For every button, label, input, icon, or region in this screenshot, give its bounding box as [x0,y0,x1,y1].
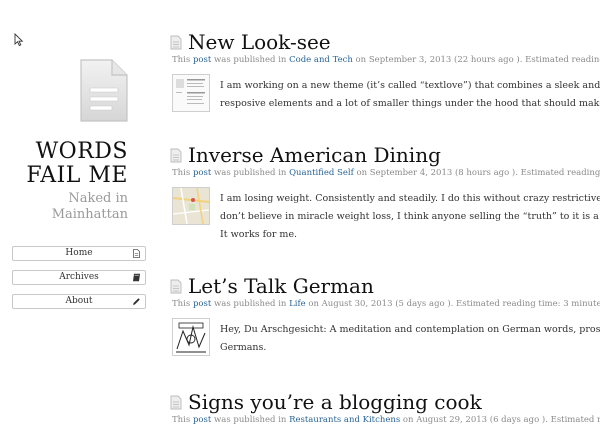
site-tagline: Naked in Mainhattan [20,191,128,223]
sketch-drawing-image [173,319,209,355]
meta-rest: on August 30, 2013 (5 days ago ). Estima… [308,299,600,309]
post-title: Let’s Talk German [170,274,374,298]
meta-rest: on August 29, 2013 (6 days ago ). Estima… [402,415,600,425]
category-link[interactable]: Quantified Self [289,168,354,178]
meta-prefix: This [172,299,193,309]
pencil-icon [133,298,140,305]
post-excerpt: Hey, Du Arschgesicht: A meditation and c… [220,321,600,357]
post-format-icon [170,395,182,410]
meta-mid: was published in [211,168,290,178]
post-excerpt: I am losing weight. Consistently and ste… [220,190,600,244]
meta-prefix: This [172,168,193,178]
post-title-link[interactable]: New Look-see [188,30,331,54]
post-permalink[interactable]: post [193,168,211,178]
excerpt-line: I am losing weight. Consistently and ste… [220,193,600,204]
site-title[interactable]: WORDS FAIL ME [20,140,128,188]
post-permalink[interactable]: post [193,55,211,65]
post-permalink[interactable]: post [193,415,211,425]
tagline-line2: Mainhattan [51,207,128,222]
nav-about-button[interactable]: About [12,294,146,309]
post-excerpt: I am working on a new theme (it’s called… [220,77,600,113]
nav-about-label: About [65,296,93,306]
meta-mid: was published in [211,415,290,425]
nav-archives-label: Archives [59,272,99,282]
post-format-icon [170,35,182,50]
theme-screenshot-image [173,75,209,111]
post-format-icon [170,279,182,294]
post-list: New Look-see This post was published in … [170,0,600,431]
excerpt-line: Hey, Du Arschgesicht: A meditation and c… [220,324,600,335]
meta-prefix: This [172,415,193,425]
post-meta: This post was published in Restaurants a… [172,415,600,426]
document-logo-icon[interactable] [78,58,130,124]
map-image [173,188,209,224]
meta-rest: on September 3, 2013 (22 hours ago ). Es… [355,55,600,65]
nav-archives-button[interactable]: Archives [12,270,146,285]
post-thumbnail[interactable] [172,318,210,356]
post-title-link[interactable]: Inverse American Dining [188,143,441,167]
post-title: Signs you’re a blogging cook [170,390,482,414]
post-thumbnail[interactable] [172,187,210,225]
post-title: New Look-see [170,30,331,54]
nav-home-label: Home [65,248,93,258]
meta-prefix: This [172,55,193,65]
post-thumbnail[interactable] [172,74,210,112]
excerpt-line: I am working on a new theme (it’s called… [220,80,600,91]
sidebar: WORDS FAIL ME Naked in Mainhattan Home A… [0,0,146,431]
book-icon [133,273,140,282]
page-icon [133,249,140,258]
excerpt-line: It works for me. [220,229,298,240]
category-link[interactable]: Code and Tech [289,55,353,65]
excerpt-line: Germans. [220,342,267,353]
meta-rest: on September 4, 2013 (8 hours ago ). Est… [356,168,600,178]
post-title-link[interactable]: Let’s Talk German [188,274,374,298]
meta-mid: was published in [211,55,290,65]
post-title: Inverse American Dining [170,143,441,167]
main-navigation: Home Archives About [12,246,146,318]
post-meta: This post was published in Quantified Se… [172,168,600,179]
post-permalink[interactable]: post [193,299,211,309]
post-title-link[interactable]: Signs you’re a blogging cook [188,390,482,414]
nav-home-button[interactable]: Home [12,246,146,261]
category-link[interactable]: Restaurants and Kitchens [289,415,400,425]
tagline-line1: Naked in [68,191,128,206]
post-meta: This post was published in Life on Augus… [172,299,600,310]
category-link[interactable]: Life [289,299,306,309]
excerpt-line: don’t believe in miracle weight loss, I … [220,211,600,222]
site-title-line2: FAIL ME [26,163,128,188]
meta-mid: was published in [211,299,290,309]
excerpt-line: resposive elements and a lot of smaller … [220,98,600,109]
post-format-icon [170,148,182,163]
site-title-line1: WORDS [35,139,128,164]
post-meta: This post was published in Code and Tech… [172,55,600,66]
